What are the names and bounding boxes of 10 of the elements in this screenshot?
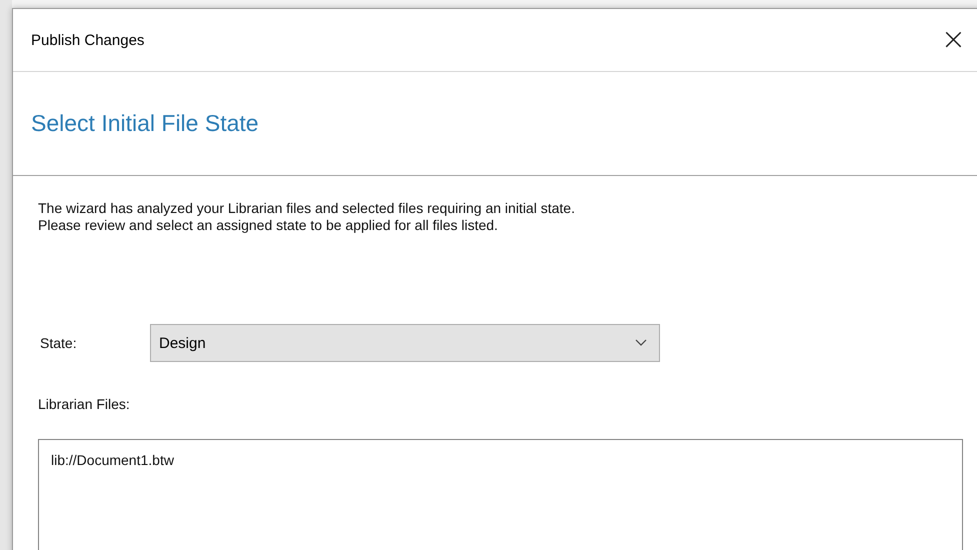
description-text: Please review and select an assigned state to be applied for all files listed.: [38, 217, 499, 234]
files-label: Librarian Files:: [38, 396, 131, 412]
close-button[interactable]: ×: [924, 25, 977, 55]
file-item[interactable]: lib://Document1.btw: [51, 452, 174, 468]
chevron-down-icon: [635, 339, 647, 347]
page-heading: Select Initial File State: [31, 110, 259, 137]
window-title: Publish Changes: [31, 32, 144, 48]
state-dropdown[interactable]: Design: [150, 324, 660, 362]
state-label: State:: [39, 335, 78, 351]
description-text: The wizard has analyzed your Librarian files and selected files requiring an initial state.: [38, 200, 576, 217]
